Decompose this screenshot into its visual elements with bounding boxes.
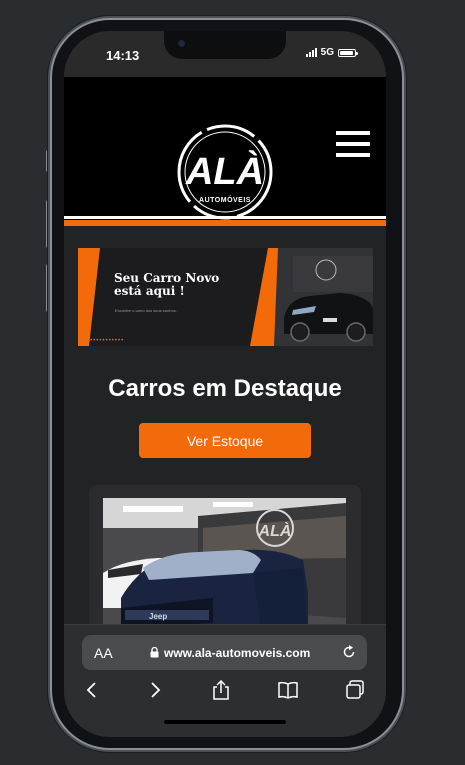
logo-subtext: AUTOMÓVEIS: [199, 195, 251, 204]
reload-icon[interactable]: [341, 644, 357, 660]
bookmarks-icon[interactable]: [277, 679, 299, 701]
battery-icon: [338, 48, 358, 57]
lock-icon: [150, 647, 159, 658]
header-divider-white: [64, 216, 386, 219]
car-photo: ALÀ Jeep: [103, 498, 346, 645]
address-bar[interactable]: AA www.ala-automoveis.com: [82, 635, 367, 670]
site-header: ALÀ AUTOMÓVEIS: [64, 77, 386, 220]
stage: 14:13 5G ALÀ AUTOMÓVEIS Seu Carro Novo e…: [0, 0, 465, 765]
hero-banner[interactable]: Seu Carro Novo está aqui ! Encontre o ca…: [78, 248, 373, 346]
battery-fill: [340, 50, 353, 55]
hamburger-menu-icon[interactable]: [336, 131, 370, 157]
browser-toolbar: [64, 675, 386, 705]
mute-switch: [46, 150, 50, 172]
text-size-button[interactable]: AA: [94, 645, 113, 661]
ver-estoque-button[interactable]: Ver Estoque: [139, 423, 311, 458]
banner-dots: ••••••••••••: [87, 338, 125, 344]
logo-text: ALÀ: [185, 149, 264, 193]
volume-up-button: [46, 200, 50, 248]
status-bar: 14:13 5G: [64, 31, 386, 77]
volume-down-button: [46, 264, 50, 312]
power-button: [403, 215, 407, 285]
network-label: 5G: [320, 47, 334, 58]
notch: [164, 31, 286, 59]
banner-title-line2: está aqui !: [114, 284, 185, 298]
share-icon[interactable]: [210, 679, 232, 701]
featured-car-card[interactable]: ALÀ Jeep: [89, 485, 361, 645]
svg-text:Jeep: Jeep: [149, 612, 167, 621]
browser-bar: AA www.ala-automoveis.com: [64, 624, 386, 737]
section-title: Carros em Destaque: [108, 375, 342, 402]
status-indicators: 5G: [305, 47, 358, 58]
phone-screen: 14:13 5G ALÀ AUTOMÓVEIS Seu Carro Novo e…: [64, 31, 386, 737]
signal-icon: [305, 48, 317, 57]
status-time: 14:13: [106, 48, 140, 63]
forward-icon[interactable]: [144, 679, 166, 701]
banner-subtitle: Encontre o carro dos seus sonhos.: [115, 308, 177, 313]
home-indicator[interactable]: [164, 720, 286, 724]
banner-title: Seu Carro Novo está aqui !: [114, 272, 219, 298]
tabs-icon[interactable]: [344, 679, 366, 701]
ala-logo[interactable]: ALÀ AUTOMÓVEIS: [175, 122, 275, 222]
header-divider-orange: [64, 220, 386, 226]
front-camera: [178, 40, 185, 47]
photo-logo-text: ALÀ: [258, 521, 292, 540]
url-text[interactable]: www.ala-automoveis.com: [164, 646, 310, 660]
back-icon[interactable]: [81, 679, 103, 701]
